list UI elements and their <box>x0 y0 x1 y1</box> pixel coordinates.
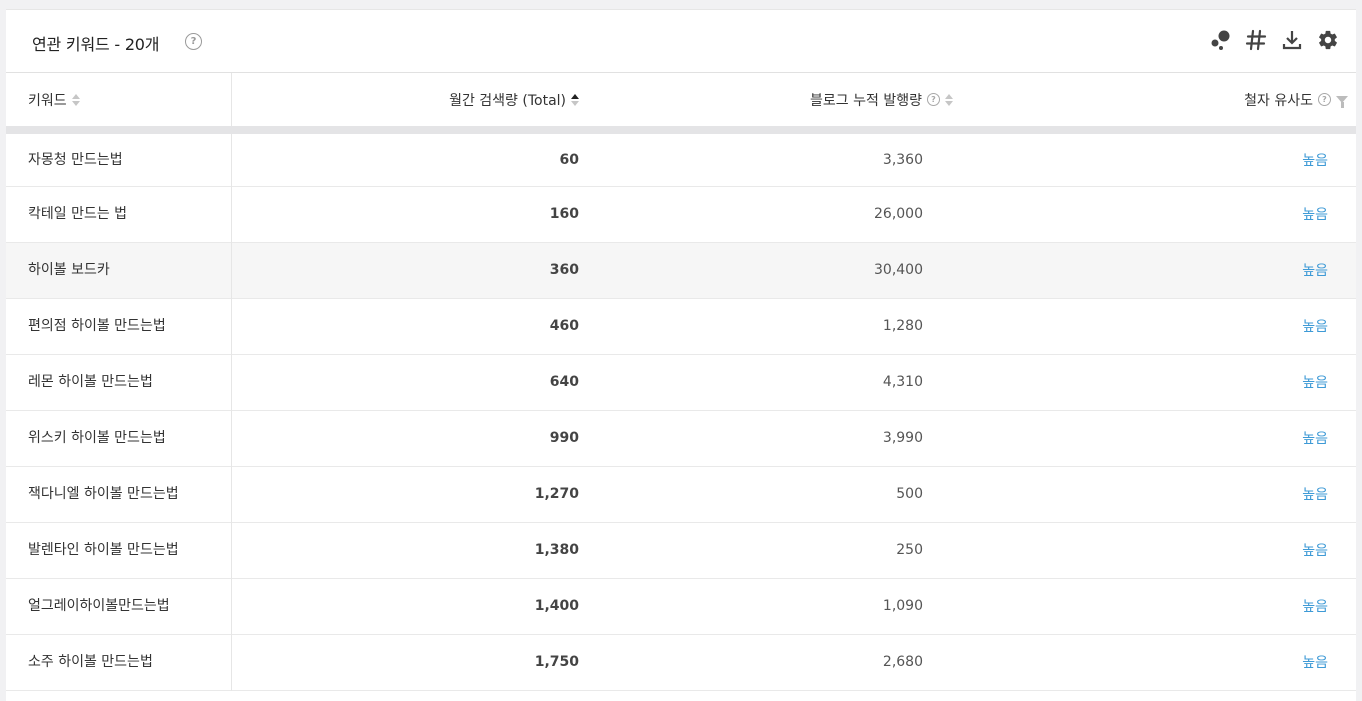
search-volume-cell: 360 <box>549 262 579 278</box>
bubble-chart-icon[interactable] <box>1208 28 1232 52</box>
blog-count-cell: 26,000 <box>874 206 923 222</box>
similarity-link[interactable]: 높음 <box>953 578 1356 634</box>
similarity-link[interactable]: 높음 <box>953 186 1356 242</box>
search-volume-cell: 640 <box>549 374 579 390</box>
hash-icon[interactable] <box>1244 28 1268 52</box>
table-row[interactable]: 얼그레이하이볼만드는법 1,400 1,090 높음 <box>6 578 1356 634</box>
panel-title: 연관 키워드 - 20개 <box>32 35 160 54</box>
help-icon[interactable]: ? <box>1318 93 1331 106</box>
panel-header: 연관 키워드 - 20개 ? <box>6 10 1356 73</box>
table-row[interactable]: 소주 하이볼 만드는법 1,750 2,680 높음 <box>6 634 1356 690</box>
keyword-cell: 위스키 하이볼 만드는법 <box>6 410 232 466</box>
help-icon[interactable]: ? <box>927 93 940 106</box>
keyword-cell: 얼그레이하이볼만드는법 <box>6 578 232 634</box>
column-label: 철자 유사도 <box>1244 92 1313 109</box>
sort-icon[interactable] <box>71 93 80 107</box>
keyword-cell: 잭다니엘 하이볼 만드는법 <box>6 466 232 522</box>
keyword-cell: 레몬 하이볼 만드는법 <box>6 354 232 410</box>
search-volume-cell: 1,750 <box>534 654 579 670</box>
blog-count-cell: 3,360 <box>882 151 923 168</box>
column-label: 블로그 누적 발행량 <box>810 92 922 109</box>
search-volume-cell: 990 <box>549 430 579 446</box>
download-icon[interactable] <box>1280 28 1304 52</box>
keyword-cell: 자몽청 만드는법 <box>6 130 232 186</box>
table-row[interactable]: 칵테일 만드는 법 160 26,000 높음 <box>6 186 1356 242</box>
search-volume-cell: 160 <box>549 206 579 222</box>
similarity-link[interactable]: 높음 <box>953 354 1356 410</box>
search-volume-cell: 60 <box>559 151 579 168</box>
blog-count-cell: 30,400 <box>874 262 923 278</box>
search-volume-cell: 460 <box>549 318 579 334</box>
table-row[interactable]: 발렌타인 하이볼 만드는법 1,380 250 높음 <box>6 522 1356 578</box>
search-volume-cell: 1,270 <box>534 486 579 502</box>
column-header-keyword[interactable]: 키워드 <box>6 73 232 134</box>
sort-asc-icon[interactable] <box>571 93 579 107</box>
similarity-link[interactable]: 높음 <box>953 130 1356 186</box>
column-header-volume[interactable]: 월간 검색량 (Total) <box>231 73 579 134</box>
blog-count-cell: 3,990 <box>882 430 923 446</box>
column-label: 월간 검색량 (Total) <box>449 92 566 109</box>
blog-count-cell: 4,310 <box>882 374 923 390</box>
related-keywords-panel: 연관 키워드 - 20개 ? 키워드 월간 검색량 (Total) 블로그 누적… <box>6 9 1356 701</box>
column-header-similarity[interactable]: 철자 유사도 ? <box>953 73 1356 134</box>
blog-count-cell: 1,090 <box>882 598 923 614</box>
column-label: 키워드 <box>28 92 67 109</box>
sort-icon[interactable] <box>945 93 953 107</box>
table-row[interactable]: 위스키 하이볼 만드는법 990 3,990 높음 <box>6 410 1356 466</box>
blog-count-cell: 2,680 <box>882 654 923 670</box>
similarity-link[interactable]: 높음 <box>953 298 1356 354</box>
keyword-table: 키워드 월간 검색량 (Total) 블로그 누적 발행량 ? 철자 유사도 ?… <box>6 73 1356 691</box>
table-row[interactable]: 편의점 하이볼 만드는법 460 1,280 높음 <box>6 298 1356 354</box>
similarity-link[interactable]: 높음 <box>953 522 1356 578</box>
column-header-blog[interactable]: 블로그 누적 발행량 ? <box>579 73 953 134</box>
filter-icon[interactable] <box>1336 96 1348 108</box>
similarity-link[interactable]: 높음 <box>953 466 1356 522</box>
similarity-link[interactable]: 높음 <box>953 634 1356 690</box>
help-icon[interactable]: ? <box>185 33 202 50</box>
keyword-cell: 발렌타인 하이볼 만드는법 <box>6 522 232 578</box>
keyword-cell: 편의점 하이볼 만드는법 <box>6 298 232 354</box>
table-row[interactable]: 잭다니엘 하이볼 만드는법 1,270 500 높음 <box>6 466 1356 522</box>
blog-count-cell: 250 <box>896 542 923 558</box>
keyword-cell: 칵테일 만드는 법 <box>6 186 232 242</box>
gear-icon[interactable] <box>1316 28 1340 52</box>
keyword-cell: 하이볼 보드카 <box>6 242 232 298</box>
similarity-link[interactable]: 높음 <box>953 410 1356 466</box>
keyword-cell: 소주 하이볼 만드는법 <box>6 634 232 690</box>
search-volume-cell: 1,380 <box>534 542 579 558</box>
table-row[interactable]: 레몬 하이볼 만드는법 640 4,310 높음 <box>6 354 1356 410</box>
toolbar <box>1208 28 1340 52</box>
similarity-link[interactable]: 높음 <box>953 242 1356 298</box>
table-header-row: 키워드 월간 검색량 (Total) 블로그 누적 발행량 ? 철자 유사도 ? <box>6 73 1356 134</box>
blog-count-cell: 500 <box>896 486 923 502</box>
search-volume-cell: 1,400 <box>534 598 579 614</box>
table-row[interactable]: 자몽청 만드는법 60 3,360 높음 <box>6 130 1356 186</box>
table-row[interactable]: 하이볼 보드카 360 30,400 높음 <box>6 242 1356 298</box>
blog-count-cell: 1,280 <box>882 318 923 334</box>
